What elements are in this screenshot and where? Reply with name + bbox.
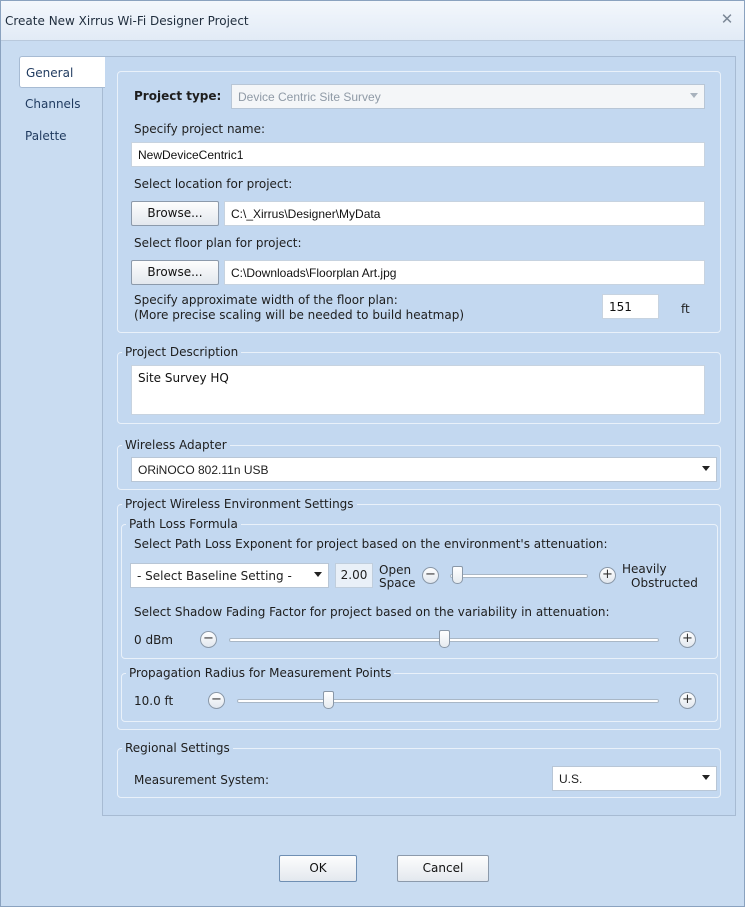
path-loss-group: Path Loss Formula Select Path Loss Expon… [121, 517, 718, 659]
tab-list: General Channels Palette [19, 56, 105, 152]
floorplan-browse-button[interactable]: Browse... [131, 260, 219, 285]
project-name-input[interactable]: NewDeviceCentric1 [131, 142, 705, 167]
minus-icon[interactable]: − [200, 631, 217, 648]
chevron-down-icon [314, 572, 322, 577]
floorplan-input[interactable]: C:\Downloads\Floorplan Art.jpg [224, 260, 705, 285]
environment-group: Project Wireless Environment Settings Pa… [117, 497, 721, 730]
location-input[interactable]: C:\_Xirrus\Designer\MyData [224, 201, 705, 226]
project-type-select: Device Centric Site Survey [231, 84, 705, 109]
description-textarea[interactable]: Site Survey HQ [131, 365, 705, 415]
tab-general[interactable]: General [19, 56, 105, 88]
width-label-line2: (More precise scaling will be needed to … [134, 308, 465, 322]
regional-group-title: Regional Settings [122, 741, 233, 755]
open-space-label-2: Space [379, 576, 416, 590]
location-browse-button[interactable]: Browse... [131, 201, 219, 226]
width-unit-label: ft [681, 302, 690, 316]
tab-palette-label: Palette [25, 129, 67, 143]
propagation-group-title: Propagation Radius for Measurement Point… [126, 666, 395, 680]
minus-icon[interactable]: − [422, 567, 439, 584]
chevron-down-icon [702, 466, 710, 471]
measurement-system-label: Measurement System: [134, 773, 269, 787]
path-loss-group-title: Path Loss Formula [126, 517, 241, 531]
shadow-fading-slider-thumb[interactable] [438, 630, 450, 648]
environment-group-title: Project Wireless Environment Settings [122, 497, 357, 511]
tab-channels[interactable]: Channels [19, 88, 103, 120]
propagation-slider-thumb[interactable] [323, 691, 335, 709]
project-name-label: Specify project name: [134, 122, 266, 136]
project-type-value: Device Centric Site Survey [238, 90, 381, 104]
dialog-window: Create New Xirrus Wi-Fi Designer Project… [0, 0, 745, 907]
location-label: Select location for project: [134, 177, 293, 191]
propagation-group: Propagation Radius for Measurement Point… [121, 666, 718, 722]
minus-icon[interactable]: − [208, 692, 225, 709]
regional-group: Regional Settings Measurement System: U.… [117, 741, 721, 798]
project-settings-group: Project type: Device Centric Site Survey… [117, 71, 721, 333]
plus-icon[interactable]: + [679, 631, 696, 648]
description-group: Project Description Site Survey HQ [117, 345, 721, 424]
shadow-fading-label: Select Shadow Fading Factor for project … [134, 605, 610, 619]
plus-icon[interactable]: + [679, 692, 696, 709]
propagation-slider[interactable] [237, 699, 659, 703]
path-loss-exponent-label: Select Path Loss Exponent for project ba… [134, 537, 608, 551]
plus-icon[interactable]: + [599, 567, 616, 584]
propagation-value: 10.0 ft [134, 694, 174, 708]
chevron-down-icon [702, 775, 710, 780]
adapter-group: Wireless Adapter ORiNOCO 802.11n USB [117, 438, 721, 490]
exponent-value: 2.00 [335, 563, 373, 588]
general-panel: Project type: Device Centric Site Survey… [102, 56, 736, 816]
tab-general-label: General [26, 66, 74, 80]
tab-channels-label: Channels [25, 97, 81, 111]
floorplan-width-input[interactable]: 151 [602, 294, 659, 319]
description-group-title: Project Description [122, 345, 242, 359]
obstructed-label-2: Obstructed [631, 576, 698, 590]
cancel-button[interactable]: Cancel [397, 855, 489, 882]
measurement-system-select[interactable]: U.S. [552, 766, 717, 791]
close-icon[interactable]: ✕ [718, 10, 736, 28]
tab-palette[interactable]: Palette [19, 120, 103, 152]
baseline-setting-select[interactable]: - Select Baseline Setting - [130, 563, 329, 588]
title-bar: Create New Xirrus Wi-Fi Designer Project… [1, 1, 744, 41]
width-label-line1: Specify approximate width of the floor p… [134, 293, 398, 307]
adapter-select[interactable]: ORiNOCO 802.11n USB [131, 457, 717, 482]
measurement-system-value: U.S. [559, 772, 583, 786]
window-title: Create New Xirrus Wi-Fi Designer Project [5, 14, 249, 28]
ok-button[interactable]: OK [279, 855, 357, 882]
adapter-value: ORiNOCO 802.11n USB [138, 463, 269, 477]
floorplan-label: Select floor plan for project: [134, 236, 302, 250]
shadow-value: 0 dBm [134, 633, 173, 647]
baseline-setting-value: - Select Baseline Setting - [137, 569, 292, 583]
path-loss-slider[interactable] [450, 574, 588, 578]
open-space-label-1: Open [379, 563, 412, 577]
adapter-group-title: Wireless Adapter [122, 438, 230, 452]
project-type-label: Project type: [134, 89, 222, 103]
obstructed-label-1: Heavily [622, 562, 667, 576]
path-loss-slider-thumb[interactable] [452, 566, 463, 584]
chevron-down-icon [690, 93, 698, 98]
